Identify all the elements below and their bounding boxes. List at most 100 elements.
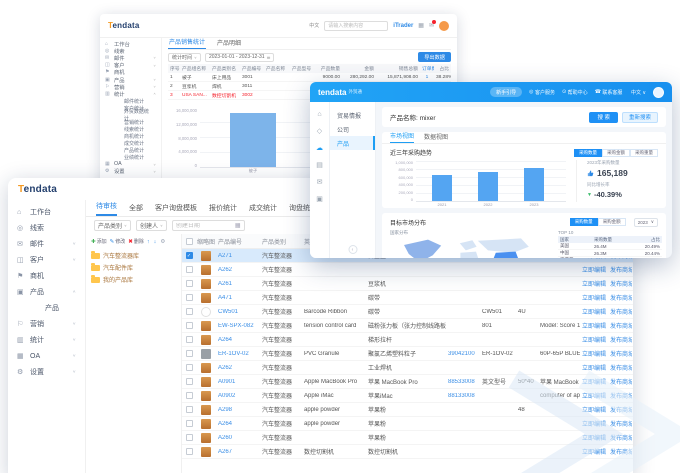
- table-row[interactable]: CW501 汽车整流器 Barcode Ribbon 碳带 CW501 4U: [182, 305, 633, 319]
- row-checkbox[interactable]: [186, 350, 193, 357]
- rail-icon[interactable]: ▤: [316, 161, 323, 169]
- folder-item[interactable]: 我的产品库: [91, 275, 176, 284]
- tab[interactable]: 待审核: [96, 201, 117, 216]
- sidebar-item[interactable]: 商机统计: [100, 133, 161, 140]
- toggle-button[interactable]: 采购数量: [574, 149, 602, 157]
- product-code-link[interactable]: A267: [216, 449, 260, 455]
- edit-link[interactable]: 立即编辑: [582, 279, 606, 288]
- edit-link[interactable]: 立即编辑: [582, 349, 606, 358]
- product-code-link[interactable]: A264: [216, 337, 260, 343]
- sidebar-item[interactable]: ⌂ 工作台: [8, 204, 85, 220]
- bar[interactable]: 2023: [524, 168, 544, 201]
- tree-tool-button[interactable]: ⚙: [160, 239, 166, 245]
- apps-icon[interactable]: ▦: [418, 22, 424, 29]
- bar[interactable]: 被子: [230, 113, 276, 167]
- product-code-link[interactable]: A271: [216, 253, 260, 259]
- toggle-button[interactable]: 采购数量: [570, 218, 598, 226]
- table-row[interactable]: A264 汽车整流器 梯形拉杆 立即编辑: [182, 333, 633, 347]
- global-search-input[interactable]: [324, 21, 388, 31]
- sidebar-item[interactable]: ◫ 客户 ∨: [8, 252, 85, 268]
- tab[interactable]: 报价统计: [209, 203, 237, 216]
- row-checkbox[interactable]: [186, 406, 193, 413]
- sidebar-item[interactable]: ▣ 产品 ∧: [8, 284, 85, 300]
- product-code-link[interactable]: ER-1OV-02: [216, 351, 260, 357]
- top10-row[interactable]: 中国 26.3M 20.44%: [558, 250, 662, 257]
- edit-link[interactable]: 立即编辑: [582, 307, 606, 316]
- table-row[interactable]: EW-SPX-082 汽车整流器 tension control card 磁粉…: [182, 319, 633, 333]
- category-select[interactable]: 产品类别∨: [94, 220, 131, 231]
- sidebar-item[interactable]: ⚙ 设置 ∨: [8, 364, 85, 380]
- rail-icon[interactable]: ▣: [316, 195, 323, 203]
- tab[interactable]: 全部: [129, 203, 143, 216]
- row-checkbox[interactable]: [186, 420, 193, 427]
- sidebar-item[interactable]: ✉ 邮件 ∨: [8, 236, 85, 252]
- select-all-checkbox[interactable]: [186, 238, 193, 245]
- rail-icon[interactable]: ✉: [317, 178, 323, 186]
- edit-link[interactable]: 立即编辑: [582, 321, 606, 330]
- product-code-link[interactable]: A0902: [216, 393, 260, 399]
- tab[interactable]: 数据视图: [424, 132, 448, 143]
- top10-row[interactable]: 美国 26.4M 20.49%: [558, 243, 662, 250]
- tab[interactable]: 产品销售统计: [168, 38, 206, 49]
- sidebar-item[interactable]: ▥ 统计 ∨: [8, 332, 85, 348]
- sidebar-item[interactable]: ◫ 客户 ∨: [100, 62, 161, 69]
- publish-link[interactable]: 发布商城: [610, 265, 632, 274]
- avatar[interactable]: [439, 21, 449, 31]
- product-code-link[interactable]: A298: [216, 407, 260, 413]
- sidebar-item[interactable]: ▦ OA ∨: [100, 161, 161, 168]
- header-menu-item[interactable]: ☎ 联系客服: [595, 89, 623, 96]
- sidebar-item[interactable]: 线索统计: [100, 126, 161, 133]
- bar[interactable]: 2022: [478, 172, 498, 201]
- product-code-link[interactable]: CW501: [216, 309, 260, 315]
- row-checkbox[interactable]: [186, 378, 193, 385]
- top10-row[interactable]: 墨西哥 11.8M 9.20%: [558, 257, 662, 258]
- sidebar-item[interactable]: ⌂ 工作台: [100, 40, 161, 47]
- sidebar-item[interactable]: ⚙ 设置 ∨: [100, 168, 161, 175]
- guide-pill-button[interactable]: 新手引导: [490, 87, 522, 97]
- edit-link[interactable]: 立即编辑: [582, 335, 606, 344]
- creator-select[interactable]: 创建人∨: [136, 220, 167, 231]
- product-code-link[interactable]: A0901: [216, 379, 260, 385]
- date-field[interactable]: [173, 223, 235, 229]
- sidebar-item[interactable]: ◎ 线索: [8, 220, 85, 236]
- sidebar-item[interactable]: 外贸数据统计: [100, 112, 161, 119]
- product-code-link[interactable]: A264: [216, 421, 260, 427]
- sidebar-item[interactable]: 产品统计: [100, 147, 161, 154]
- publish-link[interactable]: 发布商城: [610, 349, 632, 358]
- table-row[interactable]: A471 汽车整流器 碳带 立即编辑: [182, 291, 633, 305]
- publish-link[interactable]: 发布商城: [610, 279, 632, 288]
- search-button[interactable]: 搜 索: [589, 112, 618, 123]
- header-menu-item[interactable]: ◎ 客户服务: [529, 89, 555, 96]
- table-row[interactable]: A262 汽车整流器 立即编辑: [182, 263, 633, 277]
- publish-link[interactable]: 发布商城: [610, 335, 632, 344]
- row-checkbox[interactable]: [186, 336, 193, 343]
- edit-link[interactable]: 立即编辑: [582, 293, 606, 302]
- rail-icon[interactable]: ◇: [317, 127, 322, 135]
- row-checkbox[interactable]: [186, 392, 193, 399]
- sidebar-item[interactable]: ⚐ 营销 ∨: [100, 83, 161, 90]
- sidebar-item[interactable]: ⚑ 商机: [100, 69, 161, 76]
- bar[interactable]: 2021: [432, 175, 452, 201]
- row-checkbox[interactable]: [186, 280, 193, 287]
- tree-tool-button[interactable]: ✖ 删除: [128, 238, 144, 245]
- header-menu-item[interactable]: ⊙ 帮助中心: [562, 89, 588, 96]
- row-checkbox[interactable]: [186, 308, 193, 315]
- row-checkbox[interactable]: [186, 448, 193, 455]
- row-checkbox[interactable]: [186, 294, 193, 301]
- publish-link[interactable]: 发布商城: [610, 321, 632, 330]
- tab[interactable]: 市场视图: [390, 132, 414, 143]
- sidebar-item[interactable]: ⚐ 营销 ∨: [8, 316, 85, 332]
- hs-code-link[interactable]: 88533008: [446, 379, 480, 385]
- product-code-link[interactable]: A262: [216, 267, 260, 273]
- toggle-button[interactable]: 采购金额: [598, 218, 626, 226]
- date-range-picker[interactable]: 2023-01-01 - 2023-12-31▦: [205, 53, 274, 62]
- year-select[interactable]: 2023∨: [634, 218, 658, 227]
- avatar[interactable]: [653, 87, 664, 98]
- nav-item[interactable]: 产品: [330, 136, 375, 150]
- row-checkbox[interactable]: [186, 252, 193, 259]
- itrader-link[interactable]: iTrader: [393, 23, 413, 29]
- rail-icon[interactable]: ⌂: [317, 111, 321, 118]
- sidebar-item[interactable]: 业绩统计: [100, 154, 161, 161]
- toggle-button[interactable]: 采购重量: [630, 149, 658, 157]
- collapse-sidebar-button[interactable]: ‹: [348, 245, 357, 254]
